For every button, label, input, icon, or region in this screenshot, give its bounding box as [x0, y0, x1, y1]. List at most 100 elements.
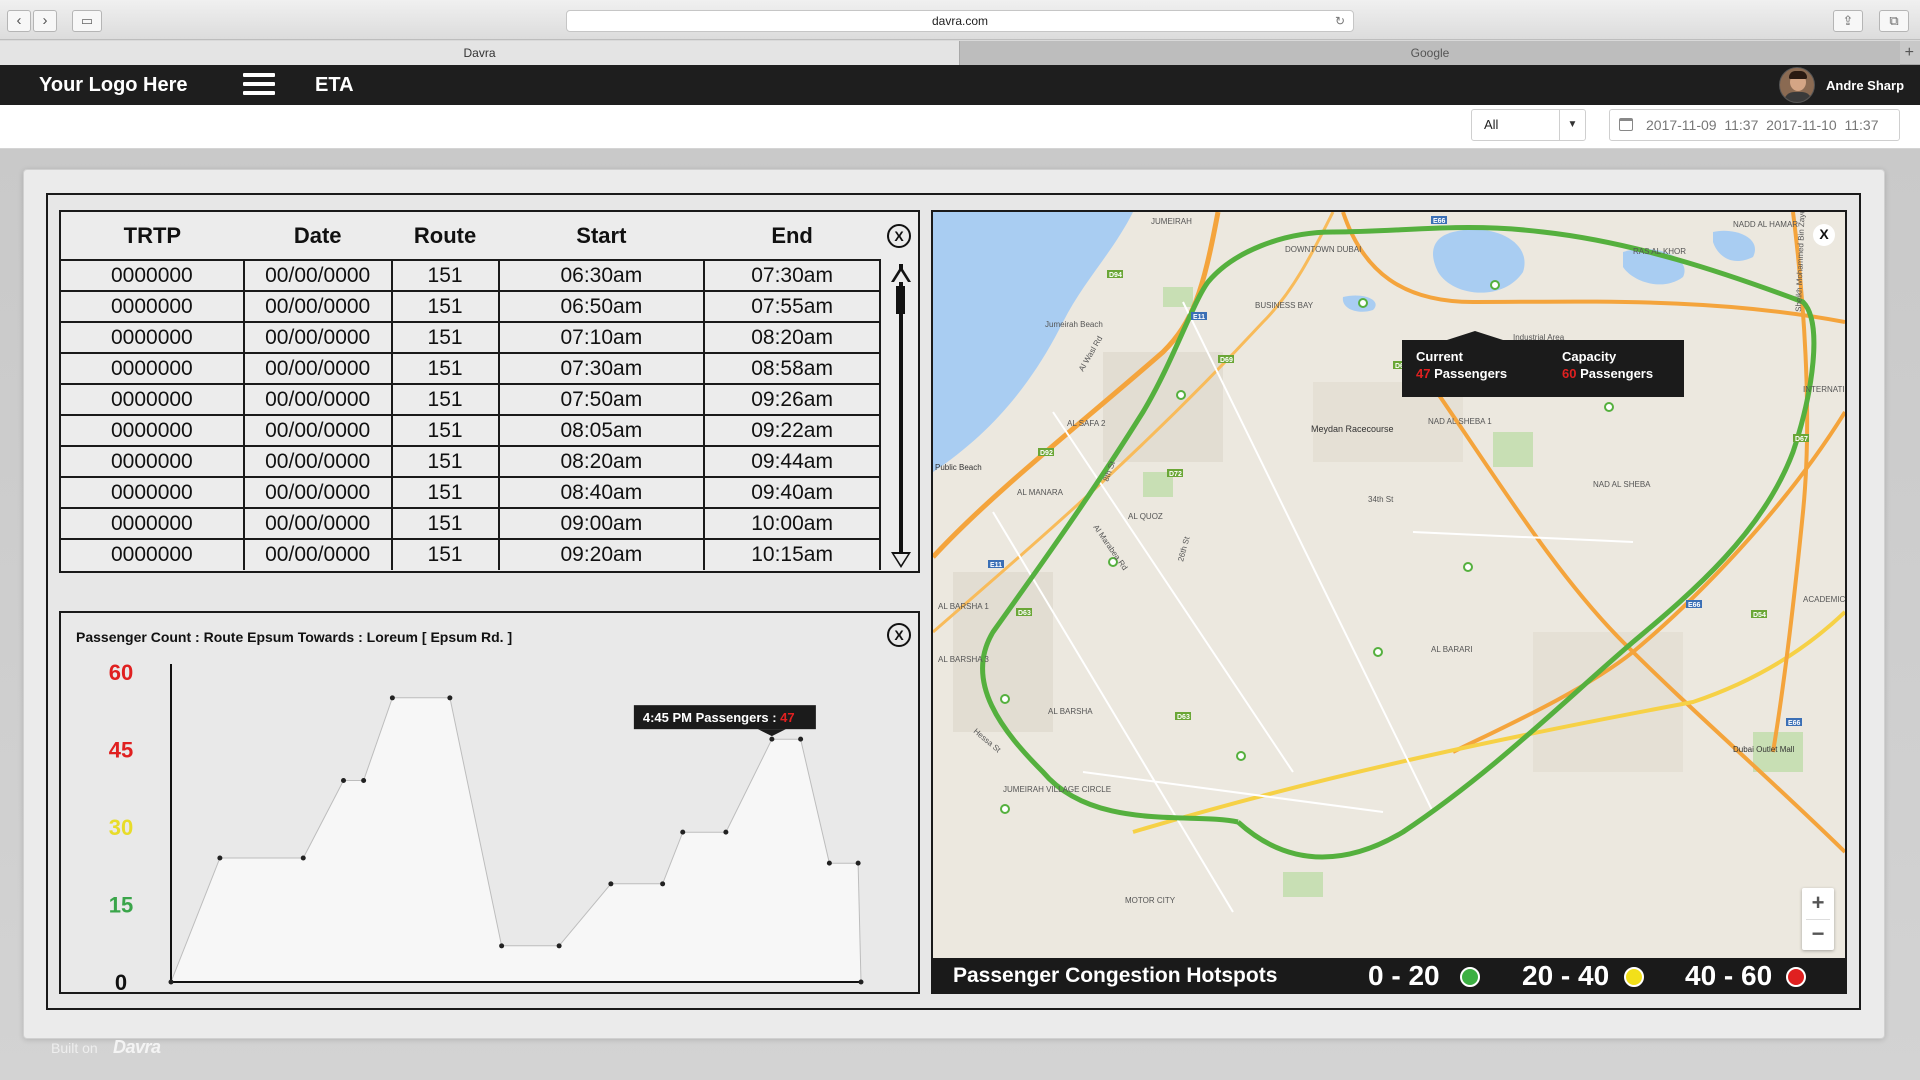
- scroll-down-icon-inner: [894, 554, 908, 565]
- map-panel[interactable]: JUMEIRAH DOWNTOWN DUBAI Jumeirah Beach B…: [931, 210, 1847, 994]
- tab-google[interactable]: Google: [960, 41, 1900, 65]
- data-point: [341, 778, 346, 783]
- data-point: [300, 855, 306, 861]
- table-cell: 151: [391, 322, 500, 354]
- route-stop[interactable]: [1490, 280, 1500, 290]
- y-tick-label: 30: [109, 815, 133, 840]
- column-header[interactable]: Start: [498, 212, 705, 261]
- filter-select[interactable]: All ▼: [1471, 109, 1586, 141]
- data-point: [168, 979, 174, 985]
- table-row[interactable]: 0000000 00/00/0000 151 06:30am 07:30am: [61, 260, 881, 292]
- map-label: BUSINESS BAY: [1255, 301, 1314, 310]
- route-stop[interactable]: [1358, 298, 1368, 308]
- map-label: Dubai Outlet Mall: [1733, 745, 1795, 754]
- map-label: AL BARSHA 1: [938, 602, 989, 611]
- app-header: Your Logo Here ETA Andre Sharp: [0, 65, 1920, 105]
- route-stop[interactable]: [1000, 694, 1010, 704]
- tooltip-current-value: 47: [1416, 366, 1431, 381]
- date-range-picker[interactable]: 2017-11-09 11:37 2017-11-10 11:37: [1609, 109, 1900, 141]
- table-cell: 0000000: [61, 322, 245, 354]
- scrollbar-thumb[interactable]: [896, 286, 905, 314]
- tooltip-current-unit: Passengers: [1434, 366, 1508, 381]
- data-point: [608, 881, 614, 887]
- tabs-overview-icon[interactable]: ⧉: [1879, 10, 1909, 32]
- table-cell: 07:30am: [704, 260, 881, 292]
- zoom-out-button[interactable]: −: [1802, 919, 1834, 950]
- table-cell: 09:00am: [498, 508, 706, 540]
- caret-down-icon[interactable]: ▼: [1559, 110, 1585, 140]
- table-cell: 00/00/0000: [243, 477, 393, 509]
- map-label: NAD AL SHEBA: [1593, 480, 1651, 489]
- column-header[interactable]: End: [704, 212, 880, 261]
- column-header[interactable]: Date: [243, 212, 392, 261]
- road-shield: E11: [990, 562, 1002, 569]
- map-label: Public Beach: [935, 463, 982, 472]
- table-row[interactable]: 0000000 00/00/0000 151 09:00am 10:00am: [61, 508, 881, 540]
- table-row[interactable]: 0000000 00/00/0000 151 08:20am 09:44am: [61, 446, 881, 478]
- annotation-label: 4:45 PM Passengers : 47: [643, 710, 795, 725]
- sidebar-toggle-icon[interactable]: ▭: [72, 10, 102, 32]
- column-header[interactable]: Route: [391, 212, 499, 261]
- table-row[interactable]: 0000000 00/00/0000 151 07:30am 08:58am: [61, 353, 881, 385]
- legend-dot-green: [1460, 967, 1480, 987]
- data-point: [826, 860, 832, 866]
- menu-icon[interactable]: [243, 73, 275, 97]
- y-tick-label: 60: [109, 660, 133, 685]
- y-tick-label: 45: [109, 738, 133, 763]
- data-point: [447, 695, 453, 701]
- map-label: AL BARSHA 3: [938, 655, 989, 664]
- data-point: [361, 778, 367, 783]
- data-point: [723, 829, 729, 835]
- map-label: MOTOR CITY: [1125, 896, 1176, 905]
- table-row[interactable]: 0000000 00/00/0000 151 07:10am 08:20am: [61, 322, 881, 354]
- new-tab-button[interactable]: +: [1905, 41, 1914, 65]
- table-cell: 09:26am: [704, 384, 881, 416]
- route-stop[interactable]: [1373, 647, 1383, 657]
- table-row[interactable]: 0000000 00/00/0000 151 09:20am 10:15am: [61, 539, 881, 570]
- route-map[interactable]: JUMEIRAH DOWNTOWN DUBAI Jumeirah Beach B…: [933, 212, 1845, 958]
- close-icon[interactable]: X: [887, 224, 911, 248]
- legend-title: Passenger Congestion Hotspots: [953, 964, 1278, 987]
- table-cell: 09:22am: [704, 415, 881, 447]
- reload-icon[interactable]: ↻: [1335, 11, 1345, 31]
- table-cell: 0000000: [61, 539, 245, 570]
- share-icon[interactable]: ⇪: [1833, 10, 1863, 32]
- table-row[interactable]: 0000000 00/00/0000 151 06:50am 07:55am: [61, 291, 881, 323]
- data-point: [769, 736, 775, 742]
- table-row[interactable]: 0000000 00/00/0000 151 08:05am 09:22am: [61, 415, 881, 447]
- logo[interactable]: Your Logo Here: [39, 74, 188, 97]
- table-cell: 08:20am: [498, 446, 706, 478]
- close-icon[interactable]: X: [1813, 224, 1835, 246]
- road-shield: E66: [1433, 218, 1446, 225]
- route-stop[interactable]: [1604, 402, 1614, 412]
- route-stop[interactable]: [1000, 804, 1010, 814]
- annotation-caret: [757, 729, 786, 737]
- table-cell: 0000000: [61, 508, 245, 540]
- zoom-in-button[interactable]: +: [1802, 888, 1834, 919]
- avatar[interactable]: [1779, 67, 1815, 103]
- road-shield: E11: [1193, 314, 1205, 321]
- data-point: [217, 855, 223, 861]
- road-shield: E66: [1688, 602, 1701, 609]
- back-icon[interactable]: ‹: [7, 10, 31, 32]
- tab-davra[interactable]: Davra: [0, 41, 960, 65]
- data-point: [798, 736, 804, 742]
- table-cell: 07:10am: [498, 322, 706, 354]
- table-cell: 0000000: [61, 477, 245, 509]
- address-bar[interactable]: davra.com ↻: [566, 10, 1354, 32]
- legend-range-low: 0 - 20: [1368, 960, 1440, 991]
- column-header[interactable]: TRTP: [61, 212, 244, 261]
- table-cell: 10:00am: [704, 508, 881, 540]
- map-label: NAD AL SHEBA 1: [1428, 417, 1492, 426]
- table-row[interactable]: 0000000 00/00/0000 151 08:40am 09:40am: [61, 477, 881, 509]
- route-stop[interactable]: [1236, 751, 1246, 761]
- legend-dot-yellow: [1624, 967, 1644, 987]
- forward-icon[interactable]: ›: [33, 10, 57, 32]
- table-cell: 151: [391, 291, 500, 323]
- tooltip-current-row: 47 Passengers: [1416, 366, 1507, 381]
- user-name[interactable]: Andre Sharp: [1826, 78, 1904, 93]
- route-stop[interactable]: [1463, 562, 1473, 572]
- route-stop[interactable]: [1176, 390, 1186, 400]
- table-row[interactable]: 0000000 00/00/0000 151 07:50am 09:26am: [61, 384, 881, 416]
- data-point: [389, 695, 395, 701]
